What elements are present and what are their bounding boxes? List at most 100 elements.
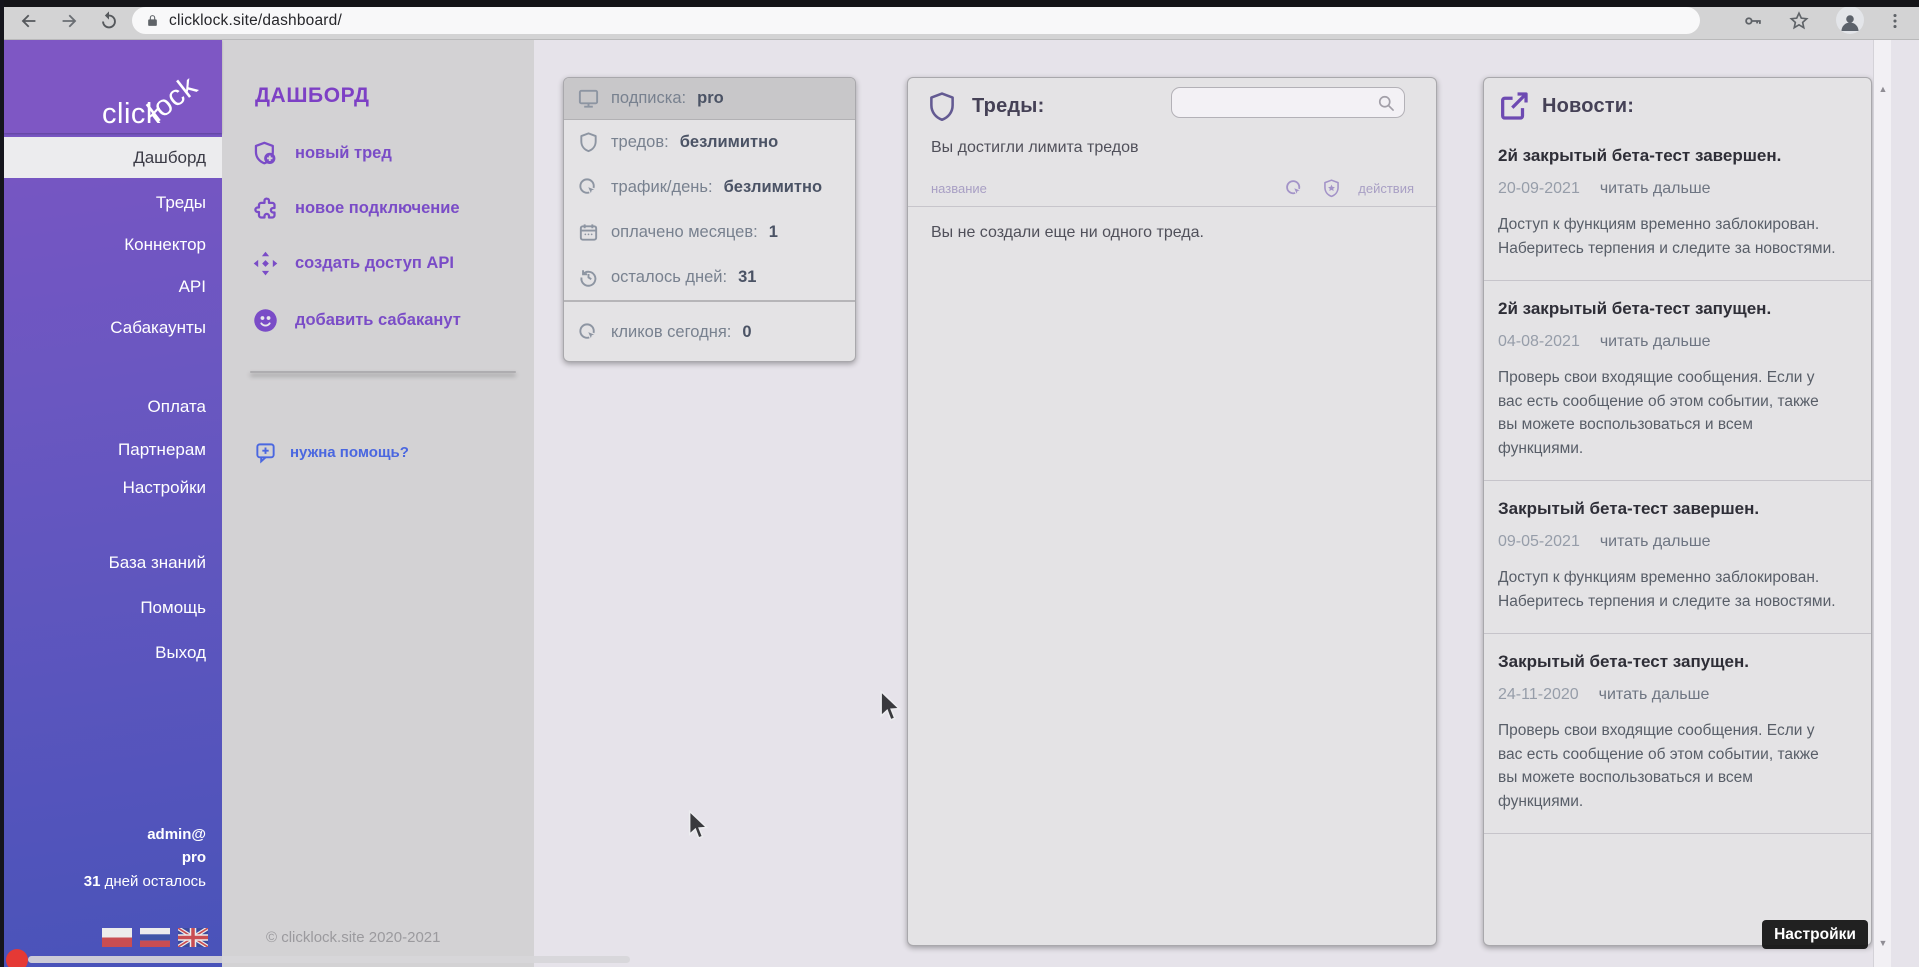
reload-icon[interactable] xyxy=(98,9,122,33)
mouse-cursor xyxy=(878,690,902,722)
record-dot xyxy=(6,949,28,967)
news-title: Закрытый бета-тест завершен. xyxy=(1498,498,1836,520)
smiley-icon xyxy=(252,307,279,334)
stat-label: тредов: xyxy=(611,133,669,152)
new-thread-button[interactable]: новый тред xyxy=(252,137,392,169)
create-api-access-button[interactable]: создать доступ API xyxy=(252,247,454,279)
sidebar-item-api[interactable]: API xyxy=(4,270,222,304)
sidebar-item-payment[interactable]: Оплата xyxy=(4,390,222,424)
stat-value: безлимитно xyxy=(680,133,778,152)
key-icon[interactable] xyxy=(1742,9,1766,33)
url-text: clicklock.site/dashboard/ xyxy=(169,12,342,30)
stat-value: безлимитно xyxy=(724,178,822,197)
news-body: Проверь свои входящие сообщения. Если у … xyxy=(1498,719,1836,813)
sidebar-item-settings[interactable]: Настройки xyxy=(4,471,222,505)
stat-value: pro xyxy=(697,89,724,108)
sidebar-item-partners[interactable]: Партнерам xyxy=(4,433,222,467)
scroll-down-icon[interactable]: ▼ xyxy=(1874,938,1892,948)
click-icon xyxy=(577,176,600,199)
news-title: 2й закрытый бета-тест запущен. xyxy=(1498,298,1836,320)
account-email: admin@ xyxy=(147,825,206,845)
news-list: 2й закрытый бета-тест завершен. 20-09-20… xyxy=(1484,128,1871,834)
player-seekbar[interactable] xyxy=(28,956,630,963)
search-input[interactable] xyxy=(1182,94,1376,111)
threads-panel: Треды: Вы достигли лимита тредов названи… xyxy=(907,77,1437,946)
russia-flag[interactable] xyxy=(140,928,170,947)
scroll-up-icon[interactable]: ▲ xyxy=(1874,84,1892,94)
sidebar-item-knowledge-base[interactable]: База знаний xyxy=(4,546,222,580)
sidebar-item-logout[interactable]: Выход xyxy=(4,636,222,670)
action-label: новый тред xyxy=(295,144,392,163)
read-more-link[interactable]: читать дальше xyxy=(1599,684,1710,706)
sidebar-item-subaccounts[interactable]: Сабакаунты xyxy=(4,311,222,345)
forward-icon[interactable] xyxy=(58,9,82,33)
news-date: 20-09-2021 xyxy=(1498,178,1580,200)
divider xyxy=(908,206,1436,207)
logo-block: click lock xyxy=(4,40,222,133)
column-header-name: название xyxy=(931,181,987,196)
news-date: 24-11-2020 xyxy=(1498,684,1579,706)
puzzle-icon xyxy=(252,195,279,222)
app-window: clicklock.site/dashboard/ click lock Даш… xyxy=(0,0,1919,967)
stat-row: кликов сегодня: 0 xyxy=(564,302,855,362)
read-more-link[interactable]: читать дальше xyxy=(1600,531,1711,553)
column-header-actions: действия xyxy=(1358,181,1414,196)
uk-flag[interactable] xyxy=(178,928,208,947)
search-icon[interactable] xyxy=(1376,93,1396,113)
thread-limit-message: Вы достигли лимита тредов xyxy=(931,139,1139,157)
video-frame-edge xyxy=(0,0,1919,7)
stat-label: трафик/день: xyxy=(611,178,713,197)
stat-label: оплачено месяцев: xyxy=(611,223,758,242)
star-icon[interactable] xyxy=(1788,9,1812,33)
news-body: Проверь свои входящие сообщения. Если у … xyxy=(1498,366,1836,460)
padlock-icon[interactable] xyxy=(146,13,159,28)
address-bar[interactable]: clicklock.site/dashboard/ xyxy=(132,7,1700,34)
player-settings-tooltip: Настройки xyxy=(1762,920,1868,949)
news-item: 2й закрытый бета-тест запущен. 04-08-202… xyxy=(1484,281,1871,481)
shield-icon xyxy=(577,131,600,154)
sidebar-item-help[interactable]: Помощь xyxy=(4,591,222,625)
threads-search[interactable] xyxy=(1171,87,1405,118)
actions-panel-title: ДАШБОРД xyxy=(255,84,370,108)
column-header-actions-group: действия xyxy=(1284,175,1414,201)
divider xyxy=(250,371,516,373)
threads-panel-title: Треды: xyxy=(972,95,1044,118)
clock-icon xyxy=(577,266,600,289)
need-help-label: нужна помощь? xyxy=(290,444,409,461)
read-more-link[interactable]: читать дальше xyxy=(1600,331,1711,353)
action-label: создать доступ API xyxy=(295,254,454,273)
sidebar-item-connector[interactable]: Коннектор xyxy=(4,228,222,262)
avatar-icon[interactable] xyxy=(1836,6,1864,34)
news-date: 09-05-2021 xyxy=(1498,531,1580,553)
read-more-link[interactable]: читать дальше xyxy=(1600,178,1711,200)
stat-row: трафик/день: безлимитно xyxy=(564,165,855,210)
move-arrows-icon xyxy=(252,250,279,277)
copyright: © clicklock.site 2020-2021 xyxy=(266,929,440,946)
news-item: Закрытый бета-тест завершен. 09-05-2021 ч… xyxy=(1484,481,1871,634)
page-scrollbar[interactable]: ▲ ▼ xyxy=(1873,40,1891,967)
poland-flag[interactable] xyxy=(102,928,132,947)
news-panel-title: Новости: xyxy=(1542,95,1634,118)
shield-plus-icon xyxy=(252,140,279,167)
back-icon[interactable] xyxy=(18,9,42,33)
news-title: Закрытый бета-тест запущен. xyxy=(1498,651,1836,673)
add-subaccount-button[interactable]: добавить сабаканут xyxy=(252,304,461,336)
sidebar-item-dashboard[interactable]: Дашборд xyxy=(4,137,222,178)
action-label: новое подключение xyxy=(295,199,460,218)
click-icon xyxy=(577,321,600,344)
menu-dots-icon[interactable] xyxy=(1884,9,1908,33)
new-connection-button[interactable]: новое подключение xyxy=(252,192,460,224)
news-date: 04-08-2021 xyxy=(1498,331,1580,353)
need-help-link[interactable]: нужна помощь? xyxy=(254,440,409,464)
stat-value: 1 xyxy=(769,223,778,242)
stat-value: 31 xyxy=(738,268,756,287)
stat-row: тредов: безлимитно xyxy=(564,120,855,165)
stat-value: 0 xyxy=(742,323,751,342)
external-link-icon xyxy=(1497,89,1531,123)
news-panel: Новости: 2й закрытый бета-тест завершен.… xyxy=(1483,77,1872,946)
clicklock-logo: click lock xyxy=(102,98,161,131)
sidebar: click lock Дашборд Треды Коннектор API С… xyxy=(4,40,222,967)
stat-row: осталось дней: 31 xyxy=(564,255,855,300)
stat-label: кликов сегодня: xyxy=(611,323,731,342)
sidebar-item-threads[interactable]: Треды xyxy=(4,186,222,220)
